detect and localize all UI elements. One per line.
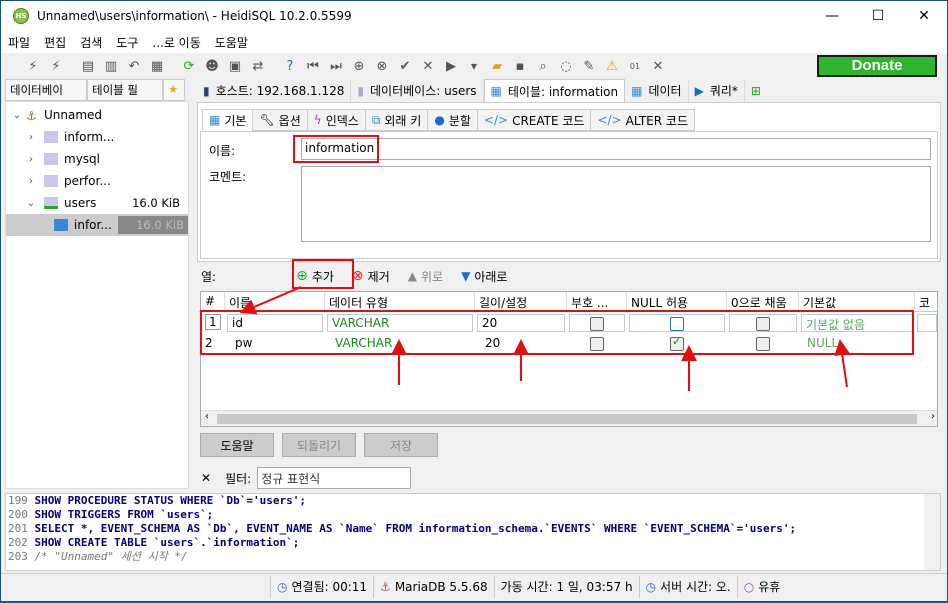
- sql-log-line: 199 SHOW PROCEDURE STATUS WHERE `Db`='us…: [8, 494, 307, 507]
- filter-input[interactable]: 정규 표현식: [257, 467, 412, 489]
- sql-log-line: 202 SHOW CREATE TABLE `users`.`informati…: [8, 536, 300, 549]
- sql-log[interactable]: 199 SHOW PROCEDURE STATUS WHERE `Db`='us…: [5, 493, 941, 571]
- status-uptime: 가동 시간: 1 일, 03:57 h: [495, 575, 640, 598]
- status-connected: ◷ 연결됨: 00:11: [271, 575, 375, 598]
- status-bar: ◷ 연결됨: 00:11 ⚓ MariaDB 5.5.68 가동 시간: 1 일, …: [1, 573, 947, 599]
- sql-log-line: 201 SELECT *, EVENT_SCHEMA AS `Db`, EVEN…: [8, 522, 797, 535]
- editor-buttons: 도움말 되돌리기 저장: [200, 433, 438, 457]
- filter-bar: ✕ 필터: 정규 표현식: [197, 465, 941, 491]
- discard-button[interactable]: 되돌리기: [282, 433, 356, 457]
- sql-log-line: 203 /* "Unnamed" 세션 시작 */: [8, 550, 188, 563]
- filter-label: 필터:: [225, 471, 252, 486]
- save-button[interactable]: 저장: [364, 433, 438, 457]
- idle-circle-icon: ○: [743, 579, 755, 594]
- vertical-scrollbar[interactable]: [924, 494, 940, 570]
- close-filter-icon[interactable]: ✕: [201, 471, 211, 485]
- status-server: ⚓ MariaDB 5.5.68: [374, 575, 495, 598]
- help-button[interactable]: 도움말: [200, 433, 274, 457]
- clock-icon: ◷: [645, 579, 657, 594]
- status-idle: ○ 유휴: [743, 579, 781, 595]
- mariadb-icon: ⚓: [380, 579, 391, 594]
- status-server-time: ◷ 서버 시간: 오.: [640, 575, 738, 598]
- app-window: HS Unnamed\users\information\ - HeidiSQL…: [0, 0, 948, 602]
- clock-icon: ◷: [277, 579, 288, 594]
- sql-log-line: 200 SHOW TRIGGERS FROM `users`;: [8, 508, 214, 521]
